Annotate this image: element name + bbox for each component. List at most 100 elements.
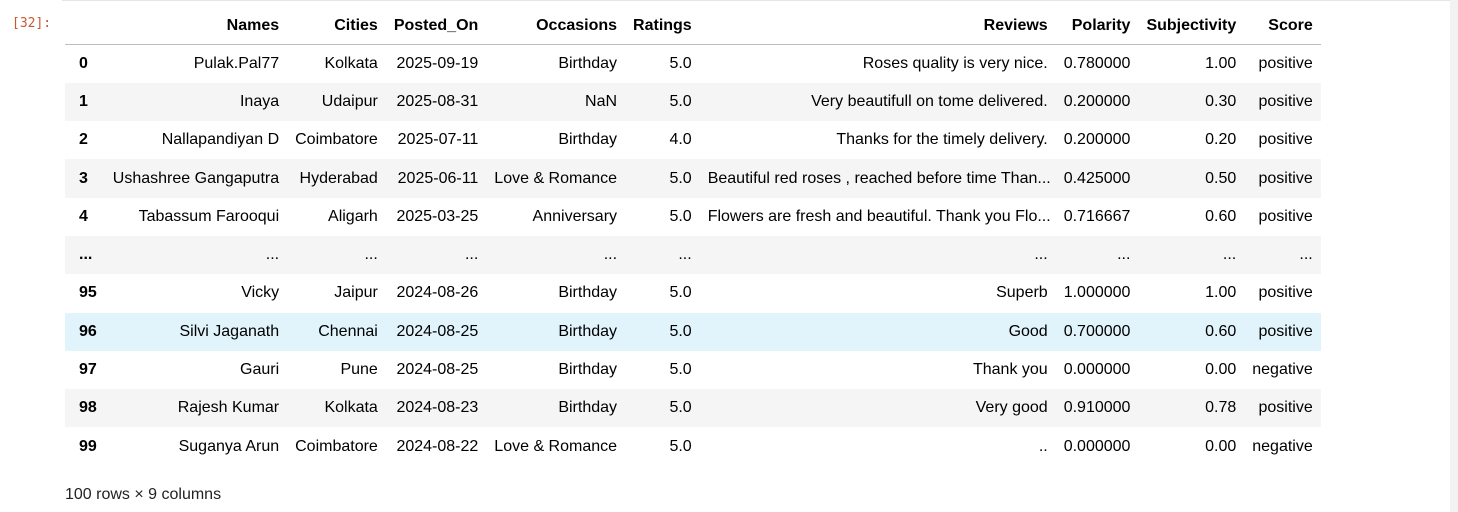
cell-subjectivity: 0.20: [1205, 131, 1237, 149]
header-row: Names Cities Posted_On Occasions Ratings…: [65, 8, 1321, 45]
cell-reviews: Superb: [996, 284, 1048, 302]
cell-polarity: ...: [1117, 246, 1131, 264]
table-row: 3 Ushashree Gangaputra Hyderabad 2025-06-11…: [65, 159, 1321, 198]
cell-names: Silvi Jaganath: [179, 322, 280, 340]
column-header-posted-on: Posted_On: [385, 8, 487, 45]
cell-reviews: Roses quality is very nice.: [862, 54, 1048, 72]
cell-ratings: 4.0: [669, 131, 692, 149]
cell-score: negative: [1252, 437, 1313, 455]
cell-cities: Coimbatore: [295, 131, 378, 149]
cell-score: positive: [1258, 131, 1313, 149]
cell-subjectivity: 0.78: [1205, 399, 1237, 417]
cell-posted-on: 2025-09-19: [396, 54, 479, 72]
cell-occasions: ...: [603, 246, 618, 264]
cell-ratings: 5.0: [669, 361, 692, 379]
table-row: 97 Gauri Pune 2024-08-25 Birthday 5.0 Thank yo…: [65, 351, 1321, 389]
cell-score: positive: [1258, 54, 1313, 72]
row-index: 99: [79, 437, 97, 455]
cell-occasions: Birthday: [558, 399, 618, 417]
cell-polarity: 0.200000: [1063, 92, 1131, 110]
row-index: 2: [79, 131, 88, 149]
cell-posted-on: 2025-03-25: [396, 207, 479, 225]
table-row: 95 Vicky Jaipur 2024-08-26 Birthday 5.0 Superb…: [65, 274, 1321, 312]
row-index: 96: [79, 322, 97, 340]
table-row: 98 Rajesh Kumar Kolkata 2024-08-23 Birthday 5…: [65, 389, 1321, 428]
cell-score: positive: [1258, 92, 1313, 110]
cell-polarity: 1.000000: [1063, 284, 1131, 302]
cell-score: positive: [1258, 207, 1313, 225]
cell-names: Rajesh Kumar: [177, 399, 280, 417]
column-header-score: Score: [1244, 8, 1321, 45]
row-index: 1: [79, 92, 88, 110]
cell-names: Tabassum Farooqui: [138, 207, 280, 225]
scrollbar[interactable]: [1450, 0, 1458, 512]
cell-subjectivity: 0.00: [1205, 437, 1237, 455]
execution-prompt: [32]:: [12, 16, 52, 31]
cell-cities: ...: [364, 246, 378, 264]
row-index: ...: [79, 246, 93, 264]
cell-subjectivity: 0.60: [1205, 207, 1237, 225]
column-header-cities: Cities: [287, 8, 386, 45]
cell-reviews: ..: [1038, 437, 1048, 455]
cell-occasions: Love & Romance: [494, 169, 618, 187]
cell-polarity: 0.000000: [1063, 437, 1131, 455]
table-body: 0 Pulak.Pal77 Kolkata 2025-09-19 Birthday 5.0…: [65, 45, 1321, 466]
cell-occasions: Anniversary: [532, 207, 618, 225]
cell-cities: Kolkata: [324, 54, 378, 72]
notebook-output-area: [32]: Names Cities Posted_On Occasions R…: [0, 0, 1458, 512]
cell-posted-on: 2025-07-11: [397, 131, 479, 149]
cell-ratings: 5.0: [669, 322, 692, 340]
cell-names: Nallapandiyan D: [161, 131, 280, 149]
table-row: 96 Silvi Jaganath Chennai 2024-08-25 Birthda…: [65, 312, 1321, 351]
cell-ratings: 5.0: [669, 92, 692, 110]
cell-divider: [62, 0, 1450, 1]
cell-names: Inaya: [239, 92, 280, 110]
cell-ratings: 5.0: [669, 399, 692, 417]
cell-polarity: 0.780000: [1063, 54, 1131, 72]
cell-names: Ushashree Gangaputra: [112, 169, 280, 187]
cell-score: negative: [1252, 361, 1313, 379]
cell-occasions: Love & Romance: [494, 437, 618, 455]
cell-cities: Aligarh: [328, 207, 378, 225]
cell-reviews: Very good: [975, 399, 1048, 417]
column-header-occasions: Occasions: [486, 8, 626, 45]
cell-occasions: Birthday: [558, 322, 618, 340]
table-row: 99 Suganya Arun Coimbatore 2024-08-22 Love &…: [65, 427, 1321, 465]
cell-reviews: ...: [1034, 246, 1048, 264]
table-row: 4 Tabassum Farooqui Aligarh 2025-03-25 Anniv…: [65, 198, 1321, 236]
dataframe-output: Names Cities Posted_On Occasions Ratings…: [65, 8, 1321, 466]
cell-occasions: Birthday: [558, 54, 618, 72]
cell-cities: Coimbatore: [295, 437, 378, 455]
cell-polarity: 0.700000: [1063, 322, 1131, 340]
column-header-polarity: Polarity: [1055, 8, 1139, 45]
cell-subjectivity: 0.30: [1205, 92, 1237, 110]
cell-occasions: Birthday: [558, 284, 618, 302]
cell-subjectivity: 1.00: [1205, 54, 1237, 72]
cell-ratings: 5.0: [669, 169, 692, 187]
cell-posted-on: 2025-08-31: [396, 92, 479, 110]
cell-ratings: 5.0: [669, 284, 692, 302]
column-header-subjectivity: Subjectivity: [1138, 8, 1245, 45]
cell-cities: Udaipur: [321, 92, 378, 110]
cell-score: ...: [1299, 246, 1313, 264]
row-index: 3: [79, 169, 88, 187]
cell-reviews: Thanks for the timely delivery.: [836, 131, 1048, 149]
index-header: [65, 8, 105, 45]
cell-posted-on: 2025-06-11: [397, 169, 479, 187]
cell-occasions: Birthday: [558, 131, 618, 149]
cell-cities: Kolkata: [324, 399, 378, 417]
cell-reviews: Flowers are fresh and beautiful. Thank y…: [707, 207, 1051, 225]
cell-posted-on: 2024-08-23: [396, 399, 479, 417]
cell-subjectivity: ...: [1222, 246, 1237, 264]
cell-subjectivity: 0.60: [1205, 322, 1237, 340]
cell-cities: Jaipur: [334, 284, 378, 302]
cell-polarity: 0.716667: [1063, 207, 1131, 225]
dataframe-table: Names Cities Posted_On Occasions Ratings…: [65, 8, 1321, 466]
cell-polarity: 0.425000: [1063, 169, 1131, 187]
cell-cities: Pune: [340, 361, 378, 379]
column-header-reviews: Reviews: [699, 8, 1056, 45]
cell-posted-on: 2024-08-25: [396, 322, 479, 340]
cell-posted-on: ...: [464, 246, 479, 264]
cell-score: positive: [1258, 322, 1313, 340]
cell-names: Pulak.Pal77: [193, 54, 280, 72]
